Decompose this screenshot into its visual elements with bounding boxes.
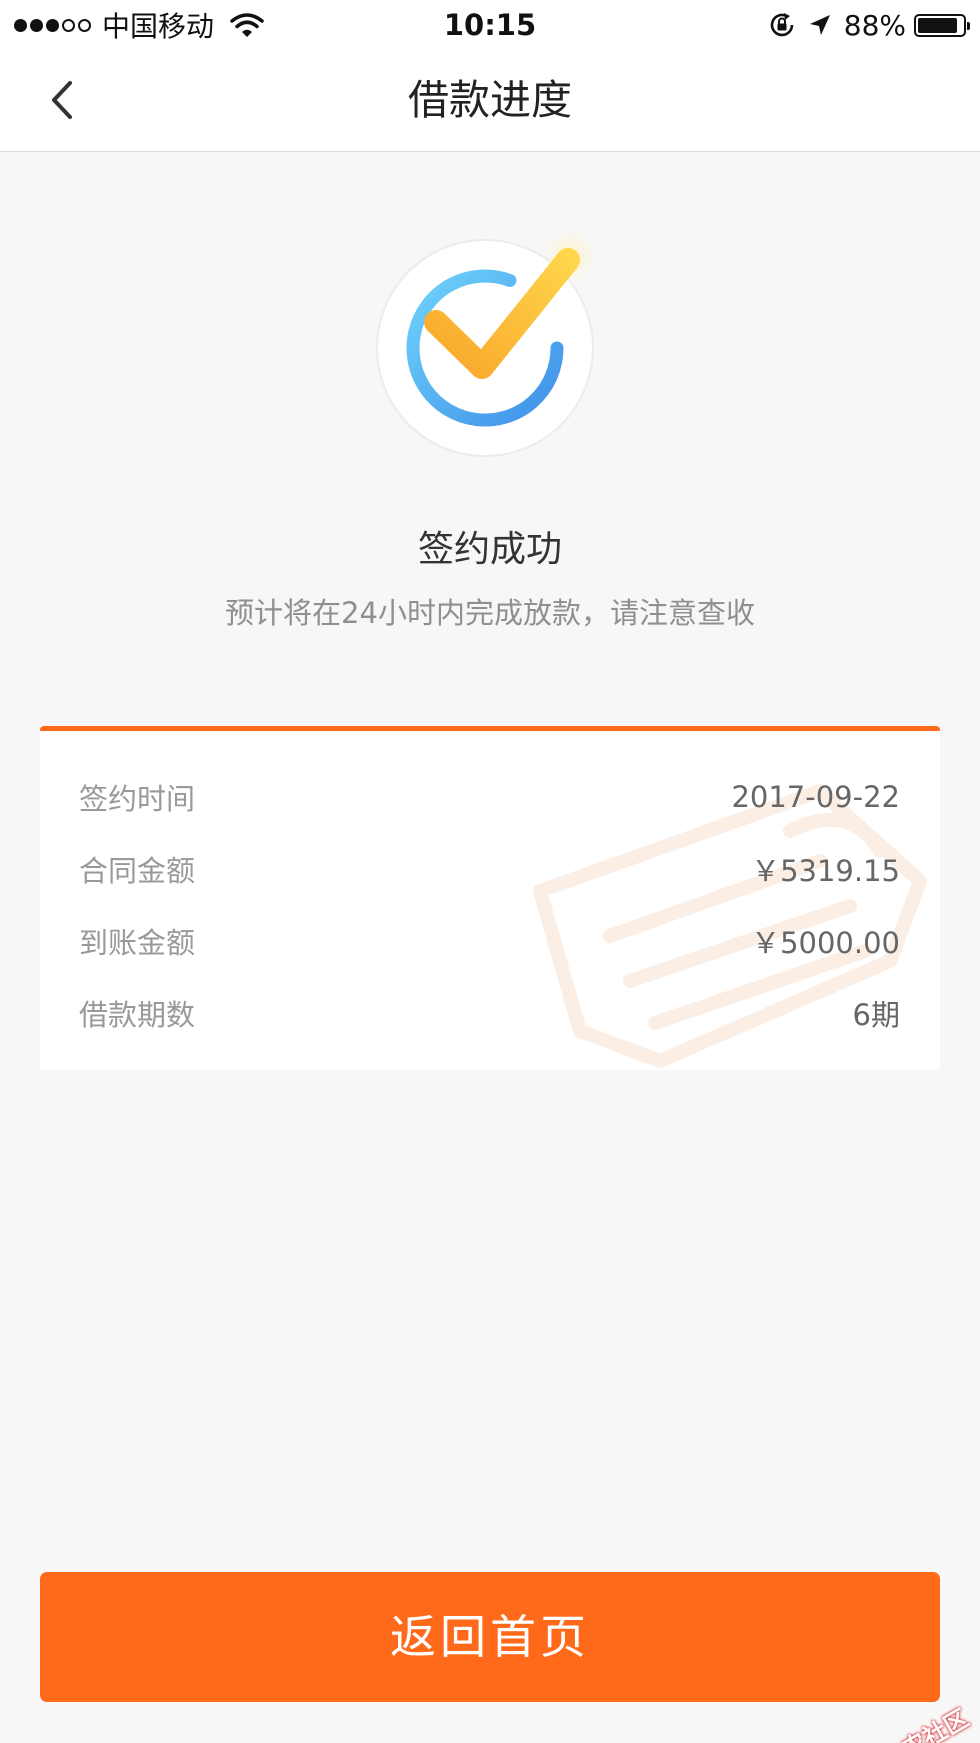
watermark-text: 卡农社区: [876, 1703, 974, 1743]
battery-percent: 88%: [843, 8, 906, 42]
checkmark-circle-icon: [376, 230, 596, 457]
detail-value: ￥5000.00: [751, 926, 900, 960]
battery-icon: [914, 13, 970, 37]
status-title: 签约成功: [417, 529, 562, 570]
rotation-lock-icon: [770, 13, 794, 37]
detail-row-installments: 借款期数 6期: [79, 991, 900, 1035]
detail-value: 6期: [852, 998, 900, 1032]
return-home-button[interactable]: 返回首页: [40, 1572, 940, 1702]
detail-row-received-amount: 到账金额 ￥5000.00: [79, 919, 900, 963]
detail-label: 借款期数: [79, 998, 196, 1032]
battery-cap: [967, 21, 970, 30]
detail-value: ￥5319.15: [751, 854, 900, 888]
forum-watermark: 卡农社区: [851, 1699, 974, 1743]
loan-progress-screen: 中国移动 10:15 88% 借款进度 签约成功 预计将在24小时内完成放款，请…: [0, 0, 980, 1743]
navigation-bar: 借款进度: [0, 50, 980, 152]
page-title: 借款进度: [408, 76, 572, 124]
detail-row-contract-amount: 合同金额 ￥5319.15: [79, 847, 900, 891]
battery-level: [918, 17, 957, 33]
detail-row-sign-date: 签约时间 2017-09-22: [79, 775, 900, 819]
status-bar-right: 88%: [768, 6, 970, 44]
loan-details-card: 签约时间 2017-09-22 合同金额 ￥5319.15 到账金额 ￥5000…: [40, 726, 940, 1070]
location-arrow-icon: [809, 15, 830, 35]
detail-label: 签约时间: [79, 782, 196, 816]
status-description: 预计将在24小时内完成放款，请注意查收: [225, 596, 755, 630]
detail-label: 合同金额: [79, 854, 196, 888]
detail-label: 到账金额: [79, 926, 196, 960]
detail-value: 2017-09-22: [731, 780, 900, 814]
status-bar: 中国移动 10:15 88%: [0, 0, 980, 50]
